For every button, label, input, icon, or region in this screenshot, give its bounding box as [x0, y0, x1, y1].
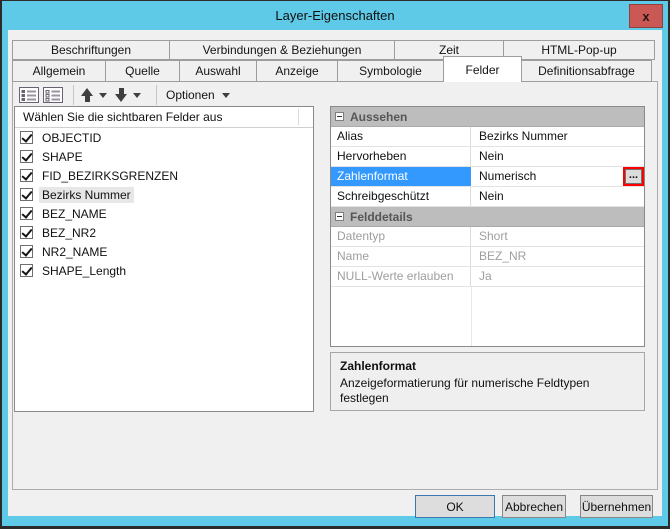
ok-button[interactable]: OK: [415, 495, 495, 518]
property-row-alias[interactable]: Alias Bezirks Nummer: [331, 127, 644, 147]
uncheck-all-fields-button[interactable]: [42, 85, 64, 105]
move-field-up-icon: [81, 88, 93, 96]
field-checkbox[interactable]: [20, 245, 33, 258]
description-title: Zahlenformat: [340, 359, 417, 373]
field-list-item[interactable]: FID_BEZIRKSGRENZEN: [15, 166, 313, 185]
section-header-aussehen[interactable]: Aussehen: [331, 107, 644, 127]
property-value: Numerisch ...: [471, 167, 644, 186]
property-value: Ja: [479, 269, 492, 283]
layer-properties-dialog: Layer-Eigenschaften x Beschriftungen Ver…: [2, 1, 668, 526]
property-value-text: Numerisch: [479, 169, 537, 183]
field-list-item-selected[interactable]: Bezirks Nummer: [15, 185, 313, 204]
check-all-fields-icon: [19, 87, 39, 103]
move-field-up-icon-stem: [84, 96, 90, 102]
property-label: Alias: [331, 127, 471, 146]
field-list-header: Wählen Sie die sichtbaren Felder aus: [15, 107, 313, 128]
annotation-highlight-box: ...: [623, 167, 644, 186]
tab-html-pop-up[interactable]: HTML-Pop-up: [503, 40, 655, 60]
field-checkbox[interactable]: [20, 150, 33, 163]
description-body: Anzeigeformatierung für numerische Feldt…: [340, 376, 590, 405]
property-row-zahlenformat[interactable]: Zahlenformat Numerisch ...: [331, 167, 644, 187]
titlebar[interactable]: Layer-Eigenschaften x: [2, 1, 668, 30]
field-list-item[interactable]: BEZ_NAME: [15, 204, 313, 223]
property-value: Nein: [479, 189, 504, 203]
tab-auswahl[interactable]: Auswahl: [179, 60, 257, 82]
tab-felder[interactable]: Felder: [443, 56, 522, 82]
move-up-dropdown-icon[interactable]: [99, 93, 107, 102]
property-value: Nein: [479, 149, 504, 163]
collapse-minus-icon[interactable]: [335, 112, 344, 121]
property-value: BEZ_NR: [479, 249, 527, 263]
visible-fields-listbox[interactable]: Wählen Sie die sichtbaren Felder aus OBJ…: [14, 106, 314, 412]
move-field-down-icon: [115, 94, 127, 102]
field-label: FID_BEZIRKSGRENZEN: [42, 168, 179, 183]
tab-anzeige[interactable]: Anzeige: [256, 60, 338, 82]
move-down-dropdown-icon[interactable]: [133, 93, 141, 102]
tab-row-top: Beschriftungen Verbindungen & Beziehunge…: [12, 40, 655, 60]
dialog-client-area: Beschriftungen Verbindungen & Beziehunge…: [8, 30, 662, 518]
fields-toolbar: Optionen: [18, 83, 230, 107]
check-all-fields-button[interactable]: [18, 85, 40, 105]
property-label: Datentyp: [331, 227, 471, 246]
tab-verbindungen-beziehungen[interactable]: Verbindungen & Beziehungen: [169, 40, 395, 60]
field-checkbox[interactable]: [20, 131, 33, 144]
window-title: Layer-Eigenschaften: [275, 8, 395, 23]
property-row-name[interactable]: Name BEZ_NR: [331, 247, 644, 267]
property-row-schreibgeschuetzt[interactable]: Schreibgeschützt Nein: [331, 187, 644, 207]
tab-beschriftungen[interactable]: Beschriftungen: [12, 40, 170, 60]
move-field-up-button[interactable]: [81, 88, 93, 102]
options-menu-button[interactable]: Optionen: [166, 88, 230, 102]
tab-allgemein[interactable]: Allgemein: [12, 60, 106, 82]
close-button[interactable]: x: [629, 4, 663, 28]
toolbar-separator: [156, 85, 157, 105]
property-label: NULL-Werte erlauben: [331, 267, 471, 286]
number-format-ellipsis-button[interactable]: ...: [625, 169, 642, 184]
field-list-item[interactable]: NR2_NAME: [15, 242, 313, 261]
property-grid-empty-area: [331, 287, 644, 346]
property-label: Zahlenformat: [331, 167, 471, 186]
field-checkbox[interactable]: [20, 226, 33, 239]
collapse-minus-icon[interactable]: [335, 212, 344, 221]
property-label: Name: [331, 247, 471, 266]
property-value: Short: [479, 229, 508, 243]
tab-quelle[interactable]: Quelle: [105, 60, 180, 82]
field-label: SHAPE: [42, 149, 83, 164]
section-header-felddetails[interactable]: Felddetails: [331, 207, 644, 227]
uncheck-all-fields-icon: [43, 87, 63, 103]
toolbar-separator: [73, 85, 74, 105]
property-row-hervorheben[interactable]: Hervorheben Nein: [331, 147, 644, 167]
property-row-datentyp[interactable]: Datentyp Short: [331, 227, 644, 247]
section-title: Felddetails: [350, 209, 413, 224]
section-title: Aussehen: [350, 109, 408, 124]
field-property-grid[interactable]: Aussehen Alias Bezirks Nummer Hervorhebe…: [330, 106, 645, 347]
tab-definitionsabfrage[interactable]: Definitionsabfrage: [521, 60, 652, 82]
move-field-down-button[interactable]: [115, 88, 127, 102]
property-value: Bezirks Nummer: [479, 129, 568, 143]
field-list-item[interactable]: SHAPE_Length: [15, 261, 313, 280]
property-row-null-werte[interactable]: NULL-Werte erlauben Ja: [331, 267, 644, 287]
field-label: BEZ_NAME: [42, 206, 107, 221]
field-checkbox[interactable]: [20, 207, 33, 220]
field-checkbox[interactable]: [20, 169, 33, 182]
field-list-item[interactable]: BEZ_NR2: [15, 223, 313, 242]
options-menu-label: Optionen: [166, 88, 215, 102]
property-label: Schreibgeschützt: [331, 187, 471, 206]
tab-row-bottom: Allgemein Quelle Auswahl Anzeige Symbolo…: [12, 56, 652, 82]
field-label: OBJECTID: [42, 130, 102, 145]
apply-button[interactable]: Übernehmen: [580, 495, 653, 518]
field-label: NR2_NAME: [42, 244, 108, 259]
property-description-panel: Zahlenformat Anzeigeformatierung für num…: [330, 352, 645, 411]
field-label: Bezirks Nummer: [39, 186, 134, 203]
field-label: SHAPE_Length: [42, 263, 127, 278]
field-list-item[interactable]: OBJECTID: [15, 128, 313, 147]
tab-symbologie[interactable]: Symbologie: [337, 60, 444, 82]
cancel-button[interactable]: Abbrechen: [502, 495, 566, 518]
property-label: Hervorheben: [331, 147, 471, 166]
field-list-item[interactable]: SHAPE: [15, 147, 313, 166]
options-dropdown-icon: [221, 93, 230, 102]
field-checkbox[interactable]: [20, 188, 33, 201]
field-label: BEZ_NR2: [42, 225, 97, 240]
field-checkbox[interactable]: [20, 264, 33, 277]
